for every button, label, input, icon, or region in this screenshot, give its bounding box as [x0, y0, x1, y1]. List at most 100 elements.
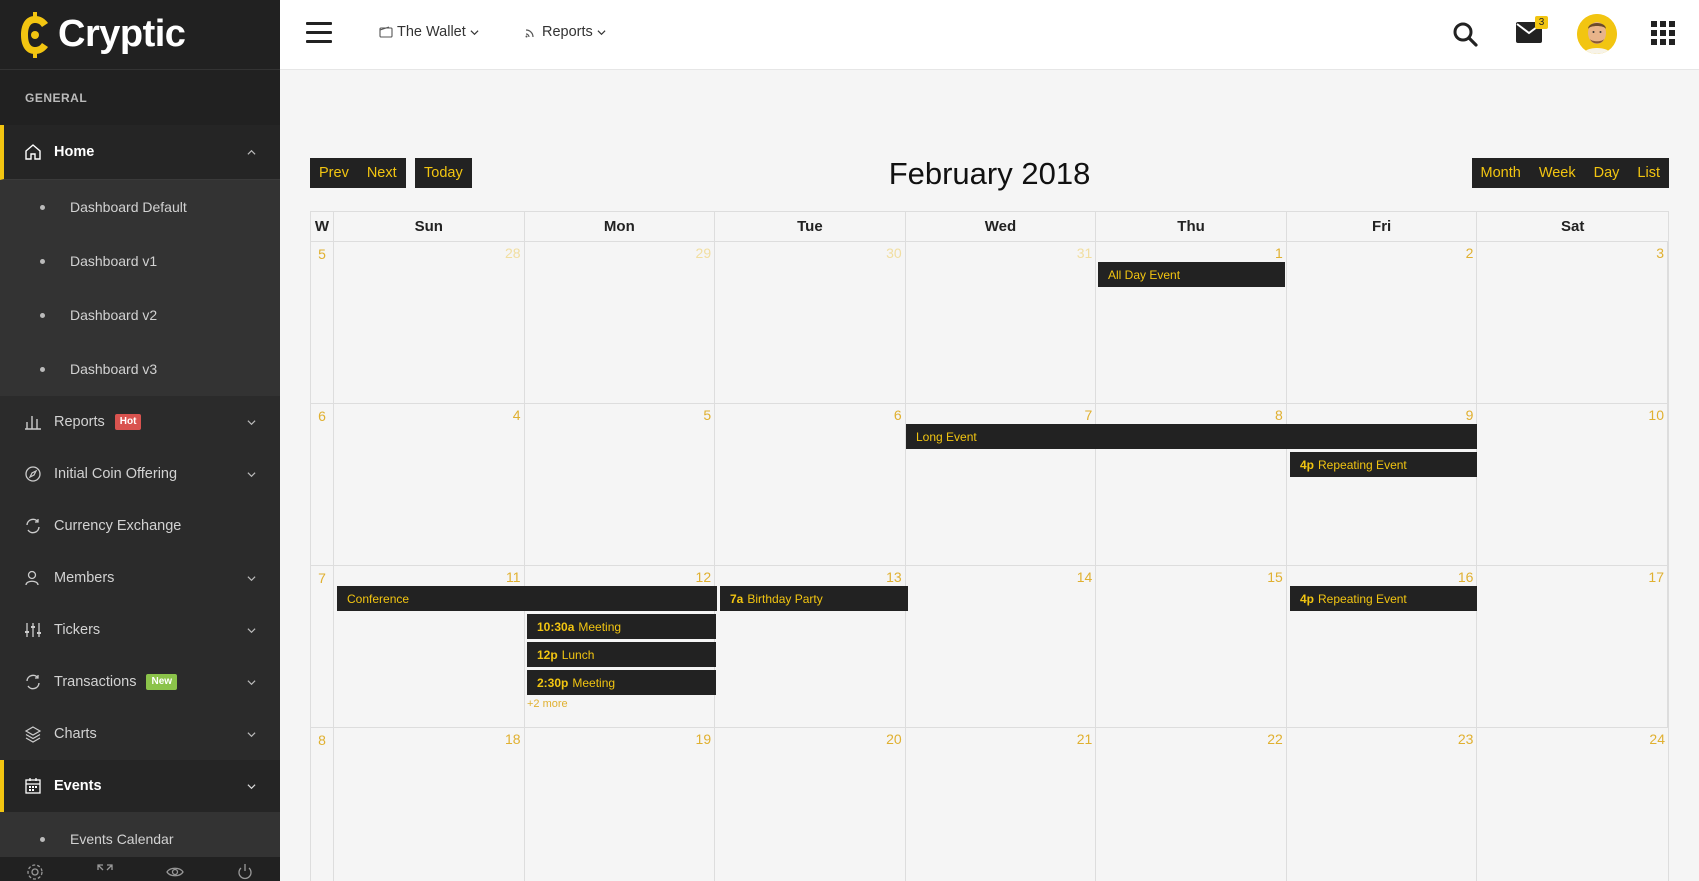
- menu-toggle-icon[interactable]: [306, 22, 332, 44]
- day-number[interactable]: 14: [1077, 569, 1093, 585]
- week-row: 7 11 12 13 14 15 16 17 Conference 7a Birt…: [311, 566, 1668, 728]
- next-button[interactable]: Next: [357, 158, 406, 188]
- day-number[interactable]: 17: [1648, 569, 1664, 585]
- more-events-link[interactable]: +2 more: [527, 698, 568, 710]
- day-number[interactable]: 10: [1648, 407, 1664, 423]
- event-meeting[interactable]: 10:30a Meeting: [527, 614, 716, 639]
- event-repeating[interactable]: 4p Repeating Event: [1290, 586, 1477, 611]
- sidebar-item-currency-exchange[interactable]: Currency Exchange: [0, 500, 280, 552]
- day-number[interactable]: 28: [505, 245, 521, 261]
- day-number[interactable]: 9: [1466, 407, 1474, 423]
- prev-button[interactable]: Prev: [310, 158, 358, 188]
- sidebar-item-members[interactable]: Members: [0, 552, 280, 604]
- week-number[interactable]: 5: [311, 242, 333, 262]
- day-number[interactable]: 4: [513, 407, 521, 423]
- sidebar-item-events[interactable]: Events: [0, 760, 280, 812]
- day-cell[interactable]: 6: [715, 404, 906, 565]
- apps-grid-icon[interactable]: [1651, 21, 1675, 50]
- sidebar-item-home[interactable]: Home: [0, 125, 280, 180]
- event-all-day[interactable]: All Day Event: [1098, 262, 1285, 287]
- day-cell[interactable]: 31: [906, 242, 1097, 403]
- event-title: Repeating Event: [1318, 591, 1407, 606]
- sidebar-subitem-dashboard-default[interactable]: Dashboard Default: [0, 180, 280, 234]
- day-number[interactable]: 31: [1077, 245, 1093, 261]
- day-number[interactable]: 23: [1458, 731, 1474, 747]
- day-number[interactable]: 13: [886, 569, 902, 585]
- day-cell[interactable]: 29: [525, 242, 716, 403]
- day-number[interactable]: 5: [703, 407, 711, 423]
- day-cell[interactable]: 10: [1477, 404, 1668, 565]
- sidebar-item-charts[interactable]: Charts: [0, 708, 280, 760]
- day-cell[interactable]: 21: [906, 728, 1097, 881]
- day-cell[interactable]: 14: [906, 566, 1097, 727]
- avatar[interactable]: [1577, 14, 1617, 54]
- view-switcher: Month Week Day List: [1471, 158, 1669, 188]
- sidebar-item-tickers[interactable]: Tickers: [0, 604, 280, 656]
- sidebar-subitem-dashboard-v2[interactable]: Dashboard v2: [0, 288, 280, 342]
- sidebar-item-reports[interactable]: Reports Hot: [0, 396, 280, 448]
- power-icon[interactable]: [236, 863, 254, 881]
- day-number[interactable]: 12: [696, 569, 712, 585]
- chevron-down-icon: [246, 729, 256, 739]
- day-number[interactable]: 24: [1649, 731, 1665, 747]
- wallet-dropdown[interactable]: The Wallet: [379, 24, 483, 40]
- day-cell[interactable]: 19: [525, 728, 716, 881]
- sidebar-subitem-dashboard-v1[interactable]: Dashboard v1: [0, 234, 280, 288]
- day-cell[interactable]: 4: [334, 404, 525, 565]
- day-number[interactable]: 15: [1267, 569, 1283, 585]
- week-view-button[interactable]: Week: [1529, 158, 1585, 188]
- day-cell[interactable]: 20: [715, 728, 906, 881]
- event-long[interactable]: Long Event: [906, 424, 1477, 449]
- event-conference[interactable]: Conference: [337, 586, 717, 611]
- day-number[interactable]: 8: [1275, 407, 1283, 423]
- month-view-button[interactable]: Month: [1471, 158, 1530, 188]
- week-number[interactable]: 6: [311, 404, 333, 424]
- mail-icon[interactable]: 3: [1516, 16, 1548, 48]
- day-number[interactable]: 6: [894, 407, 902, 423]
- day-number[interactable]: 1: [1275, 245, 1283, 261]
- event-meeting[interactable]: 2:30p Meeting: [527, 670, 716, 695]
- day-number[interactable]: 20: [886, 731, 902, 747]
- day-number[interactable]: 2: [1466, 245, 1474, 261]
- sidebar-item-transactions[interactable]: Transactions New: [0, 656, 280, 708]
- sidebar-item-label: Reports: [54, 414, 105, 430]
- day-number[interactable]: 7: [1084, 407, 1092, 423]
- day-cell[interactable]: 23: [1287, 728, 1478, 881]
- day-cell[interactable]: 3: [1477, 242, 1668, 403]
- day-number[interactable]: 18: [505, 731, 521, 747]
- day-cell[interactable]: 15: [1096, 566, 1287, 727]
- today-button[interactable]: Today: [415, 158, 472, 188]
- day-view-button[interactable]: Day: [1584, 158, 1629, 188]
- day-cell[interactable]: 18: [334, 728, 525, 881]
- day-cell[interactable]: 28: [334, 242, 525, 403]
- day-cell[interactable]: 30: [715, 242, 906, 403]
- day-number[interactable]: 16: [1458, 569, 1474, 585]
- day-number[interactable]: 29: [696, 245, 712, 261]
- day-cell[interactable]: 24: [1477, 728, 1668, 881]
- eye-icon[interactable]: [166, 863, 184, 881]
- day-number[interactable]: 21: [1077, 731, 1093, 747]
- expand-icon[interactable]: [96, 863, 114, 881]
- brand[interactable]: Cryptic: [0, 0, 280, 70]
- event-lunch[interactable]: 12p Lunch: [527, 642, 716, 667]
- day-cell[interactable]: 22: [1096, 728, 1287, 881]
- day-cell[interactable]: 17: [1477, 566, 1668, 727]
- day-number[interactable]: 30: [886, 245, 902, 261]
- settings-icon[interactable]: [26, 863, 44, 881]
- day-number[interactable]: 22: [1267, 731, 1283, 747]
- event-repeating[interactable]: 4p Repeating Event: [1290, 452, 1477, 477]
- day-number[interactable]: 3: [1656, 245, 1664, 261]
- search-icon[interactable]: [1452, 21, 1478, 52]
- week-number[interactable]: 7: [311, 566, 333, 586]
- sidebar-item-label: Members: [54, 570, 115, 586]
- day-cell[interactable]: 5: [525, 404, 716, 565]
- sidebar-item-ico[interactable]: Initial Coin Offering: [0, 448, 280, 500]
- event-birthday-party[interactable]: 7a Birthday Party: [720, 586, 908, 611]
- day-cell[interactable]: 2: [1287, 242, 1478, 403]
- list-view-button[interactable]: List: [1628, 158, 1669, 188]
- day-number[interactable]: 11: [506, 569, 521, 585]
- reports-dropdown[interactable]: Reports: [524, 24, 610, 40]
- week-number[interactable]: 8: [311, 728, 333, 748]
- day-number[interactable]: 19: [696, 731, 712, 747]
- sidebar-subitem-dashboard-v3[interactable]: Dashboard v3: [0, 342, 280, 396]
